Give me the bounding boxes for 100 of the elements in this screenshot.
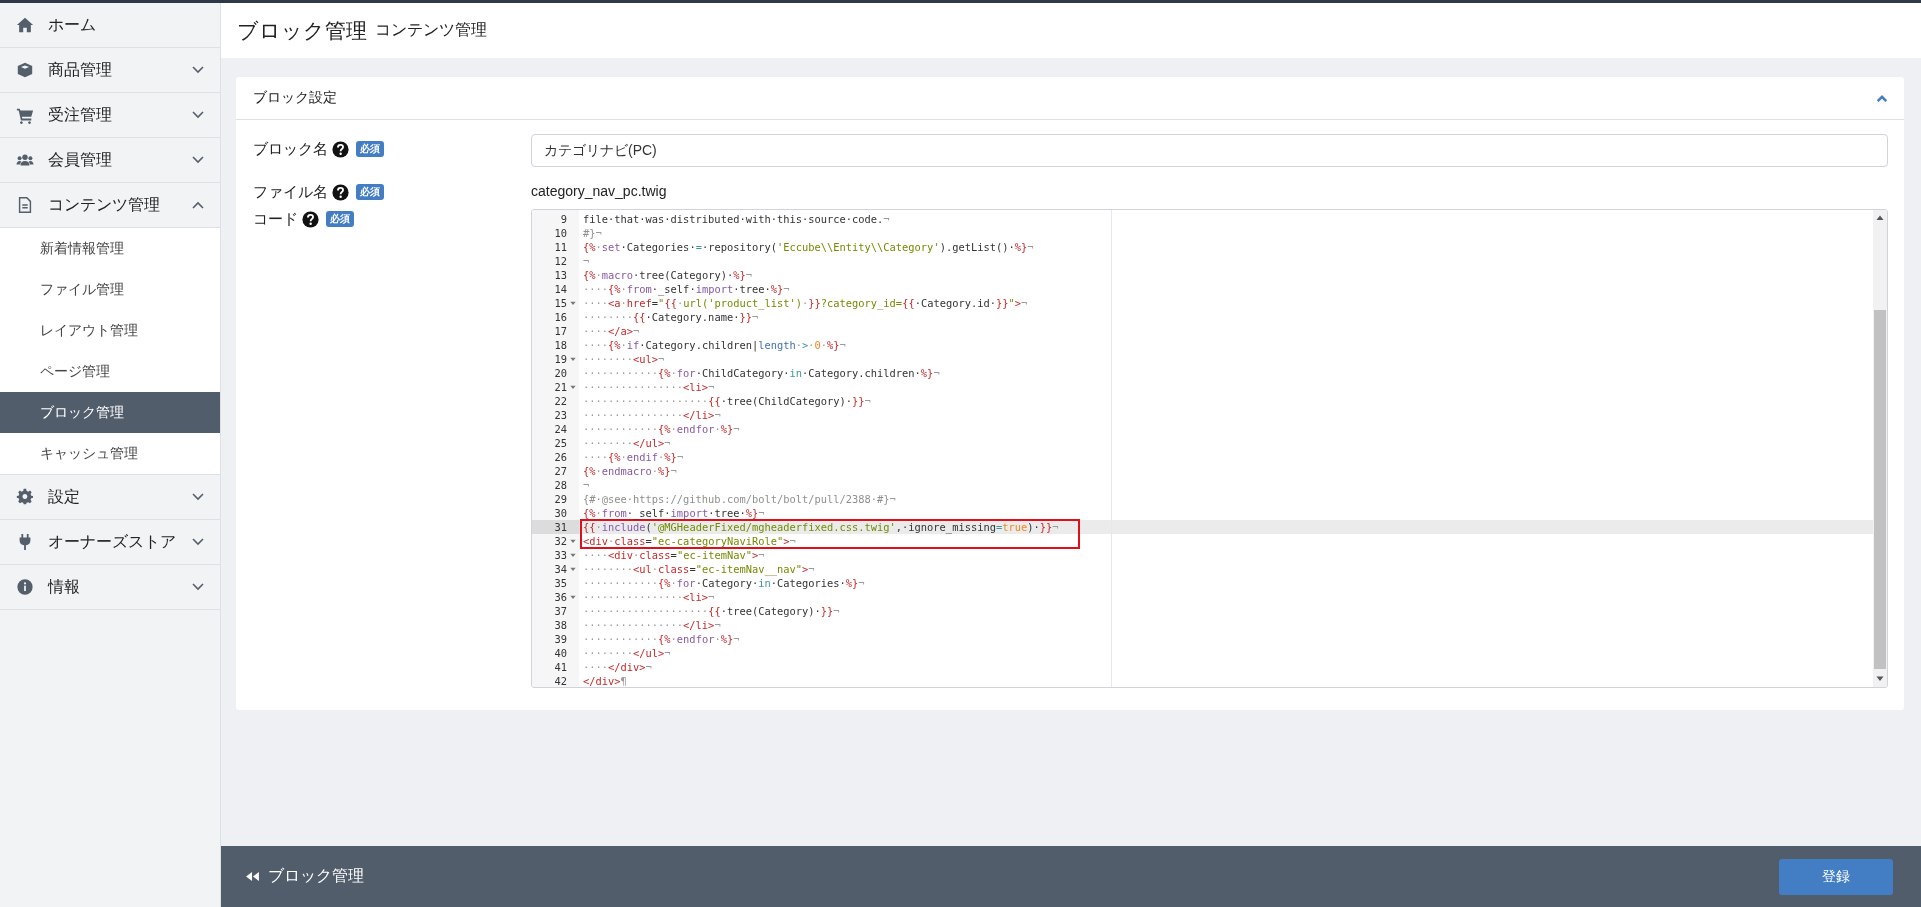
file-icon	[16, 196, 34, 214]
help-icon[interactable]	[332, 183, 349, 201]
field-label: ファイル名	[253, 182, 328, 202]
line-number: 37	[554, 604, 567, 618]
line-number: 13	[554, 268, 567, 282]
line-number: 31	[554, 520, 567, 534]
nav-item[interactable]: 商品管理	[0, 48, 220, 93]
required-badge: 必須	[356, 141, 384, 157]
register-button[interactable]: 登録	[1779, 858, 1893, 895]
scroll-thumb[interactable]	[1874, 310, 1886, 669]
line-number: 38	[554, 618, 567, 632]
code-line: file·that·was·distributed·with·this·source·code.¬	[583, 213, 890, 225]
double-left-arrow-icon	[245, 871, 260, 882]
scrollbar[interactable]	[1873, 210, 1887, 687]
fold-arrow-icon[interactable]	[570, 384, 576, 390]
nav-subitem[interactable]: キャッシュ管理	[0, 433, 220, 474]
page-title: ブロック管理	[237, 17, 367, 44]
info-icon	[16, 578, 34, 596]
line-number: 28	[554, 478, 567, 492]
line-number: 41	[554, 660, 567, 674]
file-name-text: category_nav_pc.twig	[531, 183, 667, 199]
code-line: {%·from·_self·import·tree·%}¬	[583, 507, 765, 519]
line-number: 42	[554, 674, 567, 687]
line-number: 11	[554, 240, 567, 254]
code-line: ········</ul>¬	[583, 437, 671, 449]
line-number: 32	[554, 534, 567, 548]
code-line: ····{%·from·_self·import·tree·%}¬	[583, 283, 790, 295]
card-title: ブロック設定	[253, 89, 337, 107]
code-line: ············{%·endfor·%}¬	[583, 633, 740, 645]
code-line: ················<li>¬	[583, 591, 715, 603]
fold-arrow-icon[interactable]	[570, 538, 576, 544]
block-name-input[interactable]: カテゴリナビ(PC)	[531, 134, 1888, 167]
line-number: 29	[554, 492, 567, 506]
nav-subitem[interactable]: レイアウト管理	[0, 310, 220, 351]
fold-arrow-icon[interactable]	[570, 566, 576, 572]
line-number: 35	[554, 576, 567, 590]
nav-subitem[interactable]: ページ管理	[0, 351, 220, 392]
line-number: 25	[554, 436, 567, 450]
line-number: 33	[554, 548, 567, 562]
nav-item[interactable]: 受注管理	[0, 93, 220, 138]
line-number: 21	[554, 380, 567, 394]
nav-subitem[interactable]: ファイル管理	[0, 269, 220, 310]
back-link[interactable]: ブロック管理	[245, 866, 364, 887]
fold-arrow-icon[interactable]	[570, 300, 576, 306]
help-icon[interactable]	[302, 210, 319, 228]
field-label: コード	[253, 209, 298, 229]
code-line: {{·include('@MGHeaderFixed/mgheaderfixed.css.twig',·ignore_missing=true)·}}¬	[583, 521, 1059, 533]
code-line: ····················{{·tree(ChildCategory)·}}¬	[583, 395, 871, 407]
line-number: 10	[554, 226, 567, 240]
code-line: ················</li>¬	[583, 619, 721, 631]
code-line: <div·class="ec-categoryNaviRole">¬	[583, 535, 796, 547]
nav-item[interactable]: 設定	[0, 475, 220, 520]
line-number: 14	[554, 282, 567, 296]
field-label: ブロック名	[253, 139, 328, 159]
nav-item[interactable]: 情報	[0, 565, 220, 610]
code-line: ········</ul>¬	[583, 647, 671, 659]
code-line: ····{%·if·Category.children|length·>·0·%}¬	[583, 339, 846, 351]
required-badge: 必須	[356, 184, 384, 200]
code-line: {#·@see·https://github.com/bolt/bolt/pull/2388·#}¬	[583, 493, 896, 505]
line-number: 15	[554, 296, 567, 310]
code-line: ····</div>¬	[583, 661, 652, 673]
code-line: ············{%·endfor·%}¬	[583, 423, 740, 435]
page-subtitle: コンテンツ管理	[375, 20, 487, 40]
code-line: {%·macro·tree(Category)·%}¬	[583, 269, 752, 281]
fold-arrow-icon[interactable]	[570, 552, 576, 558]
line-number: 9	[560, 212, 567, 226]
help-icon[interactable]	[332, 140, 349, 158]
fold-arrow-icon[interactable]	[570, 356, 576, 362]
code-line: ················</li>¬	[583, 409, 721, 421]
line-number: 36	[554, 590, 567, 604]
code-line: ········<ul>¬	[583, 353, 665, 365]
line-number: 20	[554, 366, 567, 380]
code-line: ············{%·for·Category·in·Categories·%}¬	[583, 577, 865, 589]
nav-item[interactable]: オーナーズストア	[0, 520, 220, 565]
fold-arrow-icon[interactable]	[570, 594, 576, 600]
cart-icon	[16, 106, 34, 124]
nav-item[interactable]: ホーム	[0, 3, 220, 48]
line-number: 34	[554, 562, 567, 576]
line-number: 12	[554, 254, 567, 268]
code-line: ····</a>¬	[583, 325, 640, 337]
code-line: ········{{·Category.name·}}¬	[583, 311, 759, 323]
code-line: ····{%·endif·%}¬	[583, 451, 684, 463]
scroll-down-icon[interactable]	[1876, 676, 1884, 682]
nav-item[interactable]: 会員管理	[0, 138, 220, 183]
nav-subitem[interactable]: ブロック管理	[0, 392, 220, 433]
code-line: ············{%·for·ChildCategory·in·Category.children·%}¬	[583, 367, 940, 379]
collapse-chevron-icon[interactable]	[1876, 93, 1888, 103]
line-number: 24	[554, 422, 567, 436]
line-number: 17	[554, 324, 567, 338]
line-number: 18	[554, 338, 567, 352]
code-line: {%·set·Categories·=·repository('Eccube\\Entity\\Category').getList()·%}¬	[583, 241, 1034, 253]
scroll-up-icon[interactable]	[1876, 215, 1884, 221]
code-line: #}¬	[583, 227, 602, 239]
gear-icon	[16, 488, 34, 506]
code-line: ········<ul·class="ec-itemNav__nav">¬	[583, 563, 815, 575]
code-line: ····<a·href="{{·url('product_list')·}}?category_id={{·Category.id·}}">¬	[583, 297, 1028, 309]
line-number: 39	[554, 632, 567, 646]
nav-subitem[interactable]: 新着情報管理	[0, 228, 220, 269]
required-badge: 必須	[326, 211, 354, 227]
code-line: ····················{{·tree(Category)·}}¬	[583, 605, 840, 617]
